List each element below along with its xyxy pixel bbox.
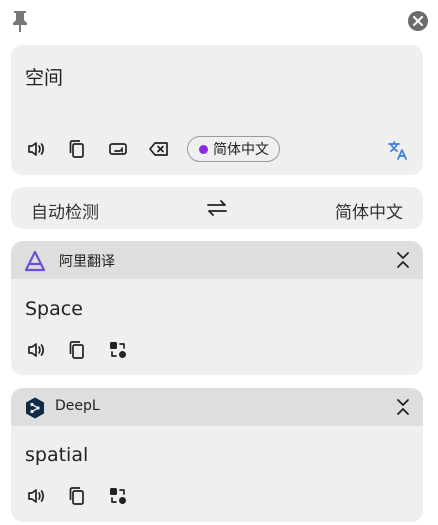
copy-icon[interactable] [66, 339, 88, 361]
source-language-select[interactable]: 自动检测 [31, 198, 99, 223]
language-selector-bar: 自动检测 简体中文 [11, 187, 423, 229]
translation-text: Space [25, 298, 83, 320]
source-toolbar: 简体中文 [25, 136, 280, 162]
source-panel: 空间 简体中文 [11, 45, 423, 175]
copy-icon[interactable] [66, 138, 88, 160]
retranslate-icon[interactable] [107, 339, 129, 361]
translate-icon[interactable] [387, 139, 409, 165]
close-icon[interactable] [408, 11, 428, 31]
detected-language-badge[interactable]: 简体中文 [187, 136, 280, 162]
service-name: DeepL [55, 398, 100, 414]
language-dot [199, 144, 208, 154]
result-header[interactable]: 阿里翻译 [11, 241, 423, 279]
deepl-logo-icon [23, 396, 47, 420]
collapse-icon[interactable] [395, 397, 411, 421]
pin-icon[interactable] [10, 9, 30, 33]
result-toolbar [25, 339, 148, 361]
copy-icon[interactable] [66, 485, 88, 507]
swap-icon[interactable] [206, 198, 228, 222]
result-header[interactable]: DeepL [11, 388, 423, 426]
speaker-icon[interactable] [25, 138, 47, 160]
speaker-icon[interactable] [25, 339, 47, 361]
result-toolbar [25, 485, 148, 507]
target-language-select[interactable]: 简体中文 [335, 198, 403, 223]
clear-icon[interactable] [148, 138, 170, 160]
title-bar [0, 0, 438, 42]
retranslate-icon[interactable] [107, 485, 129, 507]
speaker-icon[interactable] [25, 485, 47, 507]
service-name: 阿里翻译 [59, 254, 115, 270]
translation-text: spatial [25, 444, 89, 466]
keyboard-icon[interactable] [107, 138, 129, 160]
source-text-input[interactable]: 空间 [25, 63, 63, 90]
aliyun-logo-icon [23, 249, 47, 273]
result-panel-deepl: DeepL spatial [11, 388, 423, 522]
detected-language-label: 简体中文 [213, 142, 269, 158]
result-panel-aliyun: 阿里翻译 Space [11, 241, 423, 375]
collapse-icon[interactable] [395, 250, 411, 274]
